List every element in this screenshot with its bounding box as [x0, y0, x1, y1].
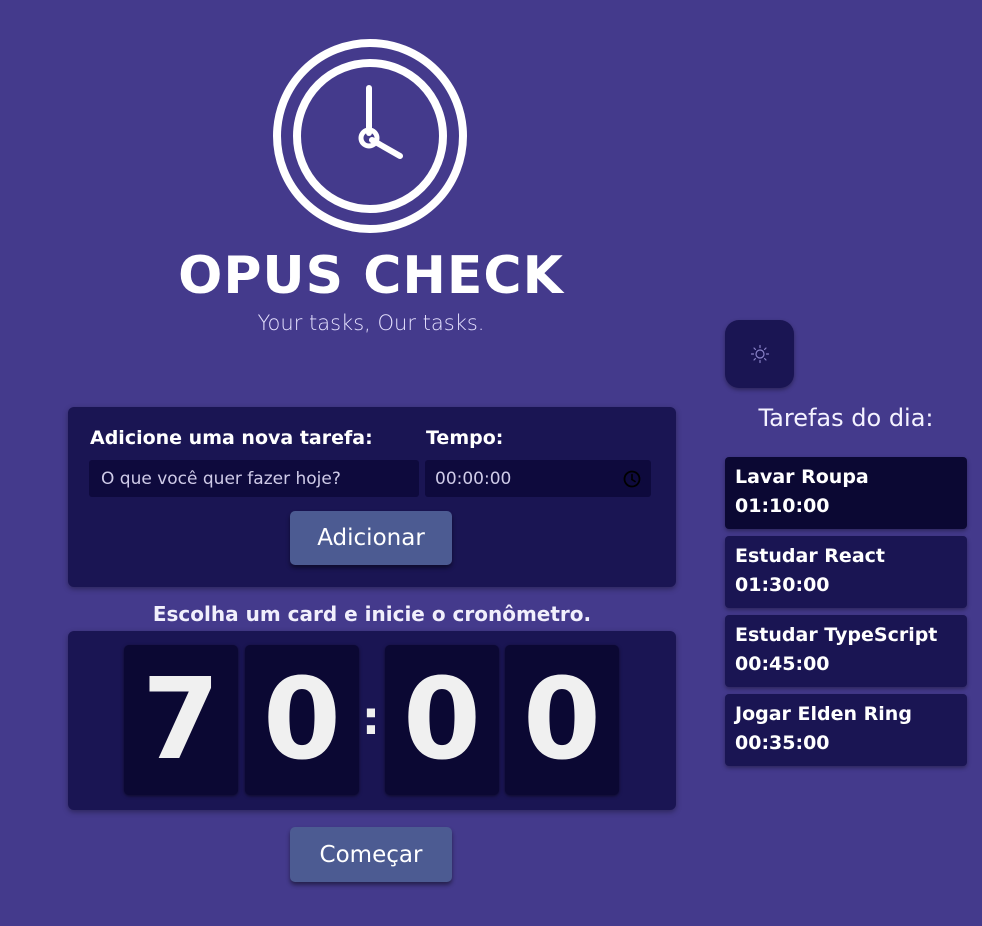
theme-toggle-button[interactable] — [725, 320, 794, 388]
task-card[interactable]: Estudar React 01:30:00 — [725, 536, 967, 608]
brand-subtitle: Your tasks, Our tasks. — [257, 311, 485, 335]
task-input[interactable] — [89, 460, 419, 497]
task-time: 00:45:00 — [735, 653, 830, 675]
timer-separator: : — [361, 691, 381, 745]
timer-digit-seconds-tens: 0 — [385, 645, 499, 795]
task-time: 01:30:00 — [735, 574, 830, 596]
task-card[interactable]: Lavar Roupa 01:10:00 — [725, 457, 967, 529]
timer-digit-minutes-tens: 7 — [124, 645, 238, 795]
clock-logo-icon — [273, 39, 467, 233]
start-timer-button[interactable]: Começar — [290, 827, 452, 882]
task-name: Lavar Roupa — [735, 466, 869, 488]
tasks-heading: Tarefas do dia: — [758, 404, 934, 432]
task-name: Jogar Elden Ring — [735, 703, 912, 725]
timer-panel: 7 0 : 0 0 — [68, 631, 676, 810]
task-time: 00:35:00 — [735, 732, 830, 754]
time-input-value: 00:00:00 — [435, 468, 512, 489]
brand-title: OPUS CHECK — [178, 246, 564, 306]
task-time: 01:10:00 — [735, 495, 830, 517]
task-label: Adicione uma nova tarefa: — [90, 427, 373, 449]
sun-icon — [750, 344, 769, 364]
task-card[interactable]: Jogar Elden Ring 00:35:00 — [725, 694, 967, 766]
time-input[interactable]: 00:00:00 — [425, 460, 651, 497]
add-task-button[interactable]: Adicionar — [290, 511, 452, 565]
task-name: Estudar TypeScript — [735, 624, 938, 646]
add-task-panel: Adicione uma nova tarefa: Tempo: 00:00:0… — [68, 407, 676, 587]
timer-caption: Escolha um card e inicie o cronômetro. — [152, 602, 592, 626]
timer-digit-minutes-ones: 0 — [245, 645, 359, 795]
task-card[interactable]: Estudar TypeScript 00:45:00 — [725, 615, 967, 687]
timer-digit-seconds-ones: 0 — [505, 645, 619, 795]
task-name: Estudar React — [735, 545, 885, 567]
time-label: Tempo: — [426, 427, 504, 449]
clock-icon[interactable] — [623, 470, 641, 488]
